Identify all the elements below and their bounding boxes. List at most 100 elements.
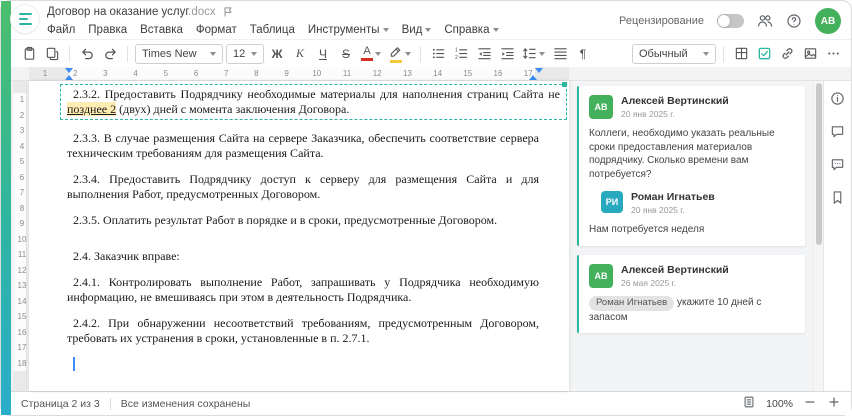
comments-panel: АВ Алексей Вертинский 20 янв 2025 г. Кол… bbox=[569, 81, 813, 391]
ruler-number: 6 bbox=[193, 68, 199, 78]
fit-page-icon[interactable] bbox=[742, 395, 756, 412]
toolbar: Times New 12 Ж К Ч S А 12 ¶ Обычный bbox=[11, 39, 851, 67]
ruler-number: 10 bbox=[17, 234, 27, 244]
comment-thread[interactable]: АВ Алексей Вертинский 20 янв 2025 г. Кол… bbox=[577, 86, 805, 246]
ruler-number: 16 bbox=[493, 68, 503, 78]
comment-author: Алексей Вертинский bbox=[621, 95, 729, 107]
redo-button[interactable] bbox=[100, 43, 120, 65]
ruler-number: 3 bbox=[19, 126, 25, 135]
right-sidebar-rail bbox=[823, 81, 851, 391]
chevron-down-icon bbox=[210, 51, 216, 56]
comment-anchor-text[interactable]: позднее 2 bbox=[67, 102, 117, 116]
paragraph-2-3-5[interactable]: 2.3.5. Оплатить результат Работ в порядк… bbox=[67, 213, 539, 228]
paragraph-style-select[interactable]: Обычный bbox=[632, 43, 716, 64]
scrollbar-thumb[interactable] bbox=[816, 83, 822, 245]
toolbar-right-group: Обычный bbox=[632, 43, 843, 65]
checkbox-content-control-button[interactable] bbox=[754, 43, 774, 65]
insert-link-button[interactable] bbox=[777, 43, 797, 65]
avatar: АВ bbox=[589, 95, 613, 119]
ruler-number: 4 bbox=[19, 141, 25, 151]
zoom-controls: 100% bbox=[742, 395, 841, 412]
menu-table[interactable]: Таблица bbox=[250, 24, 295, 36]
ruler-number: 8 bbox=[254, 68, 259, 78]
zoom-in-icon[interactable] bbox=[827, 395, 841, 412]
bookmark-icon[interactable] bbox=[830, 190, 845, 210]
review-toggle[interactable] bbox=[717, 14, 744, 28]
menu-help[interactable]: Справка bbox=[444, 24, 499, 36]
paste-button[interactable] bbox=[19, 43, 39, 65]
ruler-number: 12 bbox=[17, 265, 27, 275]
first-line-indent-marker[interactable] bbox=[65, 68, 73, 73]
text-cursor bbox=[73, 357, 75, 371]
font-color-button[interactable]: А bbox=[359, 43, 383, 65]
highlight-color-button[interactable] bbox=[386, 43, 413, 65]
italic-button[interactable]: К bbox=[290, 43, 310, 65]
menu-format[interactable]: Формат bbox=[196, 24, 237, 36]
paragraph-2-3-2[interactable]: 2.3.2. Предоставить Подрядчику необходим… bbox=[60, 82, 567, 120]
left-indent-marker[interactable] bbox=[65, 75, 73, 80]
undo-button[interactable] bbox=[77, 43, 97, 65]
paragraph-2-3-4[interactable]: 2.3.4. Предоставить Подрядчику доступ к … bbox=[67, 172, 539, 202]
zoom-out-icon[interactable] bbox=[803, 395, 817, 412]
comment-reply[interactable]: РИ Роман Игнатьев 20 янв 2025 г. bbox=[601, 191, 795, 215]
font-family-select[interactable]: Times New bbox=[135, 43, 223, 64]
numbered-list-button[interactable]: 12 bbox=[451, 43, 471, 65]
toolbar-separator bbox=[420, 45, 421, 62]
save-status: Все изменения сохранены bbox=[120, 397, 251, 410]
status-bar: Страница 2 из 3 Все изменения сохранены … bbox=[11, 391, 851, 415]
tab-stop-marker[interactable] bbox=[535, 68, 543, 73]
zoom-value[interactable]: 100% bbox=[766, 398, 793, 410]
copy-button[interactable] bbox=[42, 43, 62, 65]
chevron-down-icon bbox=[539, 51, 545, 56]
line-spacing-button[interactable] bbox=[520, 43, 547, 65]
align-justify-button[interactable] bbox=[550, 43, 570, 65]
ruler-number: 6 bbox=[19, 172, 25, 182]
menu-edit[interactable]: Правка bbox=[88, 24, 127, 36]
user-avatar[interactable]: АВ bbox=[815, 8, 841, 34]
bullet-list-button[interactable] bbox=[428, 43, 448, 65]
chevron-down-icon bbox=[251, 51, 258, 56]
ruler-number: 10 bbox=[312, 68, 322, 78]
horizontal-ruler[interactable]: 1 2 3 4 5 6 7 8 9 10 11 12 13 14 15 16 17 bbox=[11, 67, 851, 81]
review-mode-label: Рецензирование bbox=[619, 15, 704, 27]
right-indent-marker[interactable] bbox=[529, 75, 537, 80]
insert-image-button[interactable] bbox=[800, 43, 820, 65]
ruler-number: 15 bbox=[17, 312, 27, 321]
underline-button[interactable]: Ч bbox=[313, 43, 333, 65]
document-title-extension: .docx bbox=[188, 6, 216, 18]
flag-icon[interactable] bbox=[222, 6, 234, 18]
comment-thread[interactable]: АВ Алексей Вертинский 26 мая 2025 г. Ром… bbox=[577, 254, 805, 334]
decrease-indent-button[interactable] bbox=[474, 43, 494, 65]
more-tools-button[interactable] bbox=[823, 43, 843, 65]
chevron-down-icon bbox=[405, 51, 411, 56]
paragraph-2-4[interactable]: 2.4. Заказчик вправе: bbox=[67, 249, 539, 264]
ruler-number: 2 bbox=[19, 110, 25, 120]
comment-text: Коллеги, необходимо указать реальные сро… bbox=[589, 128, 775, 180]
strikethrough-button[interactable]: S bbox=[336, 43, 356, 65]
menu-insert[interactable]: Вставка bbox=[140, 24, 183, 36]
app-window: Договор на оказание услуг.docx Файл Прав… bbox=[11, 1, 851, 415]
help-icon[interactable] bbox=[786, 13, 802, 29]
app-logo-icon[interactable] bbox=[11, 5, 39, 33]
toolbar-separator bbox=[723, 45, 724, 62]
show-formatting-marks-button[interactable]: ¶ bbox=[573, 43, 593, 65]
vertical-ruler[interactable]: 1 2 3 4 5 6 7 8 9 10 11 12 13 14 15 16 17 18 bbox=[11, 81, 29, 391]
ruler-number: 5 bbox=[19, 157, 25, 166]
info-icon[interactable] bbox=[830, 91, 845, 111]
font-size-select[interactable]: 12 bbox=[226, 43, 264, 64]
bold-button[interactable]: Ж bbox=[267, 43, 287, 65]
menu-tools[interactable]: Инструменты bbox=[308, 24, 389, 36]
chat-icon[interactable] bbox=[830, 157, 845, 177]
comments-icon[interactable] bbox=[830, 124, 845, 144]
ruler-number: 1 bbox=[19, 95, 25, 104]
paragraph-2-4-1[interactable]: 2.4.1. Контролировать выполнение Работ, … bbox=[67, 275, 539, 305]
insert-table-button[interactable] bbox=[731, 43, 751, 65]
paragraph-2-3-3[interactable]: 2.3.3. В случае размещения Сайта на серв… bbox=[67, 131, 539, 161]
vertical-scrollbar[interactable] bbox=[813, 81, 823, 391]
collaboration-users-icon[interactable] bbox=[757, 13, 773, 29]
increase-indent-button[interactable] bbox=[497, 43, 517, 65]
document-canvas[interactable]: 2.3.2. Предоставить Подрядчику необходим… bbox=[29, 81, 569, 391]
menu-file[interactable]: Файл bbox=[47, 24, 75, 36]
menu-view[interactable]: Вид bbox=[402, 24, 432, 36]
paragraph-2-4-2[interactable]: 2.4.2. При обнаружении несоответствий тр… bbox=[67, 316, 539, 346]
